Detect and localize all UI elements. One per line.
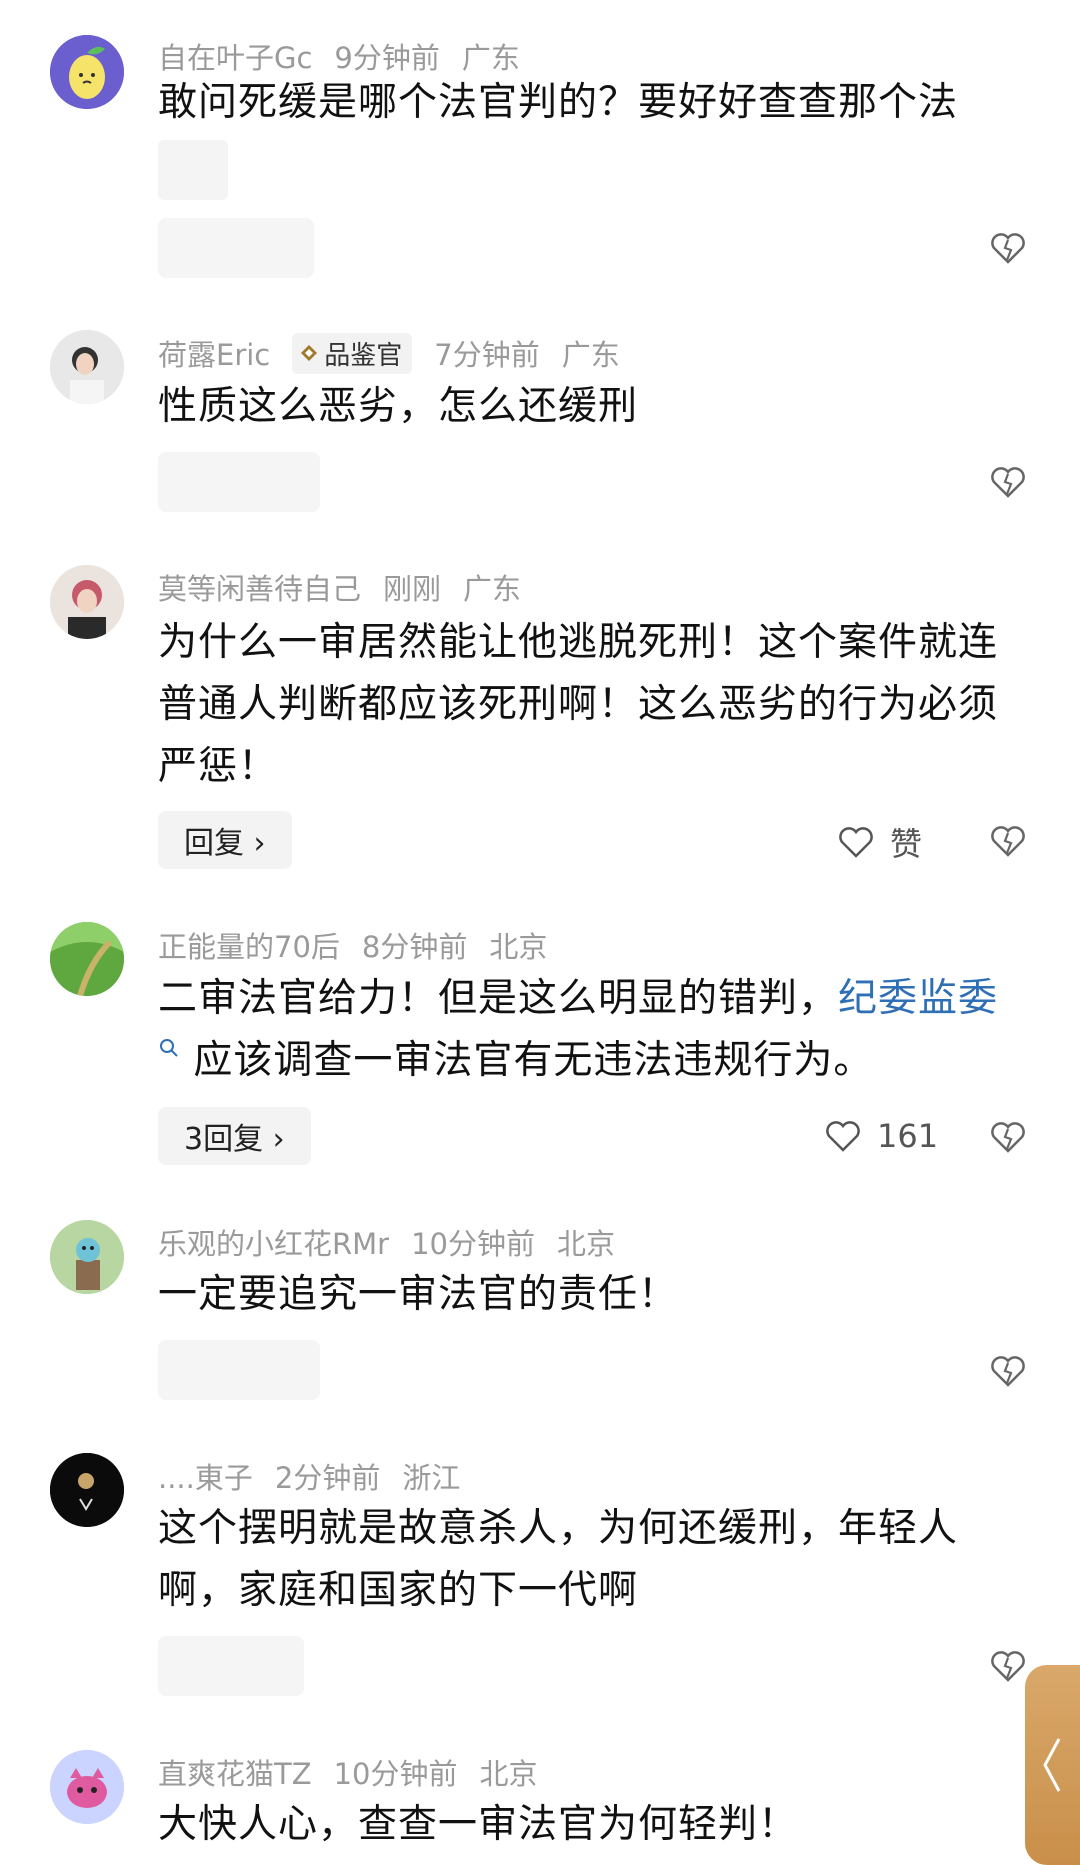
reply-button[interactable]: 回复 › [158, 811, 292, 869]
badge-label: 品鉴官 [324, 340, 403, 371]
search-icon[interactable] [158, 1037, 180, 1059]
username[interactable]: 乐观的小红花RMr [158, 1221, 389, 1263]
avatar[interactable] [50, 1453, 124, 1527]
location: 北京 [479, 1757, 538, 1791]
timestamp: 10分钟前 [333, 1757, 458, 1791]
dislike-heart-icon[interactable] [988, 1646, 1028, 1686]
avatar[interactable] [50, 1750, 124, 1824]
location: 北京 [489, 930, 548, 964]
landscape-avatar-icon [50, 922, 124, 996]
portrait-avatar-icon [50, 565, 124, 639]
comment-meta: 直爽花猫TZ 10分钟前 北京 [158, 1751, 560, 1793]
heart-icon [839, 827, 873, 858]
side-drawer-tab[interactable] [1025, 1665, 1080, 1865]
comment-text[interactable]: 一定要追究一审法官的责任！ [158, 1264, 1008, 1326]
timestamp: 7分钟前 [434, 338, 540, 372]
comment-text[interactable]: 大快人心，查查一审法官为何轻判！ [158, 1794, 1008, 1856]
chevron-left-icon [1043, 1738, 1061, 1792]
comment-text[interactable]: 性质这么恶劣，怎么还缓刑 [158, 376, 1008, 438]
avatar[interactable] [50, 565, 124, 639]
comment-meta: 荷露Eric 品鉴官 7分钟前 广东 [158, 332, 642, 374]
location: 广东 [463, 572, 522, 606]
dislike-heart-icon[interactable] [988, 1117, 1028, 1157]
comment-meta: ....東子 2分钟前 浙江 [158, 1455, 482, 1497]
avatar[interactable] [50, 922, 124, 996]
username[interactable]: 自在叶子Gc [158, 35, 312, 77]
comment-meta: 自在叶子Gc 9分钟前 广东 [158, 35, 542, 77]
comment-meta: 正能量的70后 8分钟前 北京 [158, 924, 569, 966]
location: 北京 [557, 1227, 616, 1261]
comment-meta: 莫等闲善待自己 刚刚 广东 [158, 566, 543, 608]
keyword-link[interactable]: 纪委监委 [838, 976, 998, 1021]
timestamp: 刚刚 [383, 572, 442, 606]
comment-text[interactable]: 敢问死缓是哪个法官判的？要好好查查那个法 [158, 72, 1008, 134]
avatar[interactable] [50, 330, 124, 404]
reply-button-placeholder[interactable] [158, 1340, 320, 1400]
like-button[interactable]: 161 [823, 1116, 938, 1156]
comment-text[interactable]: 二审法官给力！但是这么明显的错判，纪委监委 应该调查一审法官有无违法违规行为。 [158, 968, 1008, 1092]
reply-button[interactable]: 3回复 › [158, 1107, 311, 1165]
badge-diamond-icon [301, 345, 318, 361]
cat-avatar-icon [50, 1750, 124, 1824]
like-label: 赞 [890, 825, 923, 863]
avatar[interactable] [50, 35, 124, 109]
cartoon-avatar-icon [50, 1220, 124, 1294]
username[interactable]: 荷露Eric [158, 332, 270, 374]
avatar[interactable] [50, 1220, 124, 1294]
heart-icon [826, 1121, 860, 1152]
location: 广东 [461, 41, 520, 75]
comment-meta: 乐观的小红花RMr 10分钟前 北京 [158, 1221, 637, 1263]
timestamp: 2分钟前 [274, 1461, 381, 1495]
user-badge: 品鉴官 [292, 332, 413, 374]
username[interactable]: 直爽花猫TZ [158, 1751, 312, 1793]
dislike-heart-icon[interactable] [988, 1351, 1028, 1391]
timestamp: 8分钟前 [361, 930, 468, 964]
like-count: 161 [877, 1117, 939, 1155]
comment-text[interactable]: 这个摆明就是故意杀人，为何还缓刑，年轻人啊，家庭和国家的下一代啊 [158, 1498, 1008, 1622]
lemon-avatar-icon [50, 35, 124, 109]
blurred-text [158, 140, 228, 200]
comment-text-after: 应该调查一审法官有无违法违规行为。 [180, 1038, 874, 1083]
dislike-heart-icon[interactable] [988, 821, 1028, 861]
portrait-avatar-icon [50, 330, 124, 404]
dislike-heart-icon[interactable] [988, 228, 1028, 268]
username[interactable]: ....東子 [158, 1455, 253, 1497]
like-button[interactable]: 赞 [836, 819, 922, 865]
reply-button-placeholder[interactable] [158, 452, 320, 512]
dislike-heart-icon[interactable] [988, 462, 1028, 502]
reply-button-placeholder[interactable] [158, 218, 314, 278]
location: 浙江 [402, 1461, 461, 1495]
comment-text-before: 二审法官给力！但是这么明显的错判， [158, 976, 839, 1021]
timestamp: 9分钟前 [334, 41, 440, 75]
reply-button-placeholder[interactable] [158, 1636, 304, 1696]
username[interactable]: 莫等闲善待自己 [158, 566, 361, 608]
dark-avatar-icon [50, 1453, 124, 1527]
comment-text[interactable]: 为什么一审居然能让他逃脱死刑！这个案件就连普通人判断都应该死刑啊！这么恶劣的行为… [158, 612, 1008, 798]
username[interactable]: 正能量的70后 [158, 924, 340, 966]
timestamp: 10分钟前 [411, 1227, 536, 1261]
location: 广东 [561, 338, 620, 372]
